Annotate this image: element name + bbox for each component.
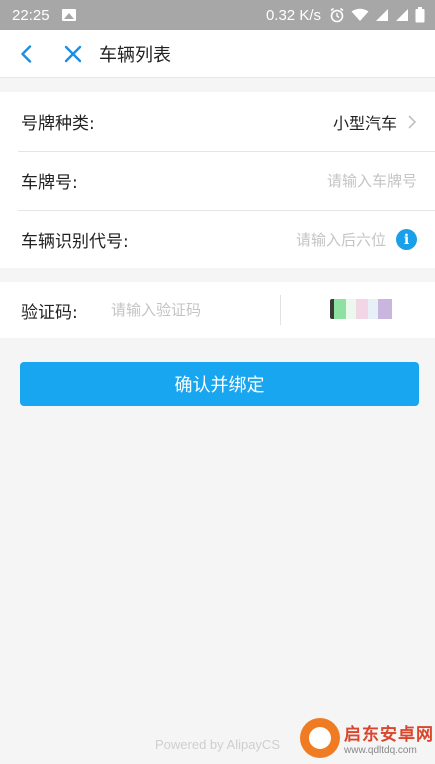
vin-label: 车辆识别代号: [21, 232, 129, 252]
plate-number-label: 车牌号: [21, 173, 78, 193]
plate-type-value: 小型汽车 [332, 113, 397, 133]
signal-icon [396, 9, 408, 21]
watermark-logo-icon [300, 718, 340, 758]
site-watermark: 启东安卓网 www.qdltdq.com [300, 712, 435, 764]
status-bar: 22:25 0.32 K/s [0, 0, 435, 30]
captcha-label: 验证码: [21, 302, 78, 323]
status-time: 22:25 [12, 6, 50, 24]
captcha-image[interactable] [330, 297, 394, 321]
info-icon[interactable]: i [396, 229, 417, 250]
back-chevron-icon[interactable] [17, 44, 35, 63]
vin-input[interactable] [226, 230, 386, 249]
wifi-icon [351, 8, 369, 21]
network-speed: 0.32 K/s [265, 6, 321, 24]
plate-type-row[interactable]: 号牌种类: 小型汽车 [0, 92, 435, 151]
plate-number-input[interactable] [217, 171, 417, 190]
vehicle-info-form: 号牌种类: 小型汽车 车牌号: 车辆识别代号: i [0, 92, 435, 268]
confirm-bind-button[interactable]: 确认并绑定 [20, 362, 419, 406]
captcha-form: 验证码: [0, 282, 435, 338]
title-bar: 车辆列表 [0, 30, 435, 78]
captcha-input[interactable] [111, 301, 271, 319]
plate-type-select[interactable]: 小型汽车 [333, 110, 417, 134]
captcha-divider [280, 295, 281, 325]
watermark-url: www.qdltdq.com [344, 745, 417, 756]
page-title: 车辆列表 [99, 44, 171, 66]
close-icon[interactable] [63, 44, 83, 64]
battery-icon [415, 7, 425, 23]
vin-row: 车辆识别代号: i [0, 210, 435, 269]
plate-type-label: 号牌种类: [21, 114, 95, 134]
alarm-icon [330, 7, 344, 23]
image-icon [61, 9, 76, 21]
signal-icon [376, 9, 388, 21]
watermark-name: 启东安卓网 [344, 725, 434, 745]
chevron-right-icon [408, 114, 417, 129]
plate-number-row: 车牌号: [0, 151, 435, 210]
